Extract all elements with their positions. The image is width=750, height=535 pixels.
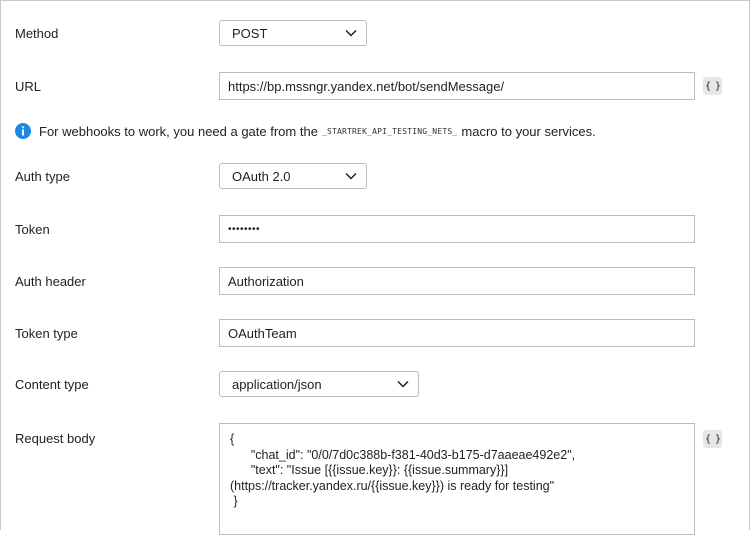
method-label: Method (15, 26, 59, 41)
token-type-label: Token type (15, 326, 78, 341)
info-text-after: macro to your services. (461, 123, 596, 139)
auth-header-label: Auth header (15, 274, 86, 289)
chevron-down-icon (388, 380, 418, 388)
auth-header-input[interactable] (219, 267, 695, 295)
content-type-select[interactable]: application/json (219, 371, 419, 397)
method-value: POST (232, 25, 268, 41)
url-input[interactable] (219, 72, 695, 100)
form-panel: Method POST URL { } For webhooks to work… (0, 0, 750, 535)
auth-type-label: Auth type (15, 169, 70, 184)
request-body-label: Request body (15, 431, 96, 446)
token-label: Token (15, 222, 50, 237)
token-input[interactable] (219, 215, 695, 243)
chevron-down-icon (336, 172, 366, 180)
content-type-value: application/json (232, 376, 322, 392)
auth-type-value: OAuth 2.0 (232, 168, 291, 184)
chevron-down-icon (336, 29, 366, 37)
info-text-before: For webhooks to work, you need a gate fr… (39, 123, 318, 139)
info-icon (15, 123, 31, 139)
url-label: URL (15, 79, 42, 94)
info-message: For webhooks to work, you need a gate fr… (15, 123, 596, 139)
request-body-textarea[interactable]: { "chat_id": "0/0/7d0c388b-f381-40d3-b17… (219, 423, 695, 535)
token-type-input[interactable] (219, 319, 695, 347)
method-select[interactable]: POST (219, 20, 367, 46)
auth-type-select[interactable]: OAuth 2.0 (219, 163, 367, 189)
url-insert-variable-button[interactable]: { } (703, 77, 722, 95)
content-type-label: Content type (15, 377, 89, 392)
info-macro-code: _STARTREK_API_TESTING_NETS_ (321, 126, 458, 136)
request-body-insert-variable-button[interactable]: { } (703, 430, 722, 448)
